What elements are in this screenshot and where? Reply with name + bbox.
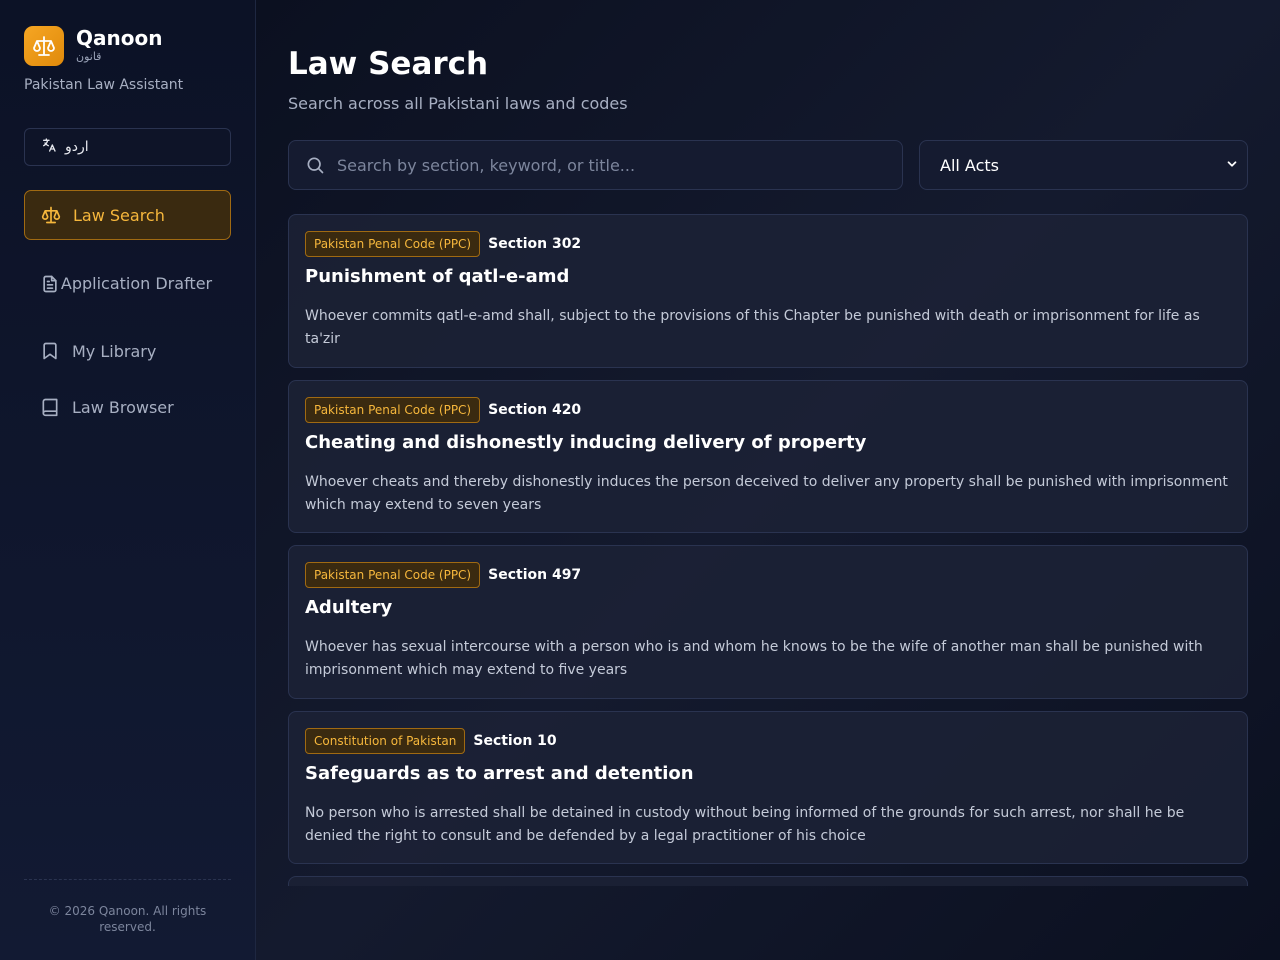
scales-logo-icon bbox=[24, 26, 64, 66]
language-toggle-button[interactable]: اردو bbox=[24, 128, 231, 166]
sidebar-divider bbox=[24, 879, 231, 880]
nav-item-application-drafter[interactable]: Application Drafter bbox=[24, 256, 231, 312]
brand-urdu-name: قانون bbox=[76, 50, 102, 63]
act-filter-selected: All Acts bbox=[940, 155, 999, 175]
book-icon bbox=[40, 397, 60, 417]
result-card[interactable]: Constitution of Pakistan Section 10 Safe… bbox=[288, 711, 1248, 864]
page-title: Law Search bbox=[288, 46, 489, 82]
result-title: Cheating and dishonestly inducing delive… bbox=[305, 432, 867, 453]
search-input[interactable] bbox=[337, 142, 902, 188]
section-number: Section 302 bbox=[488, 236, 582, 252]
result-title: Punishment of qatl-e-amd bbox=[305, 266, 570, 287]
result-description: Whoever has sexual intercourse with a pe… bbox=[305, 639, 1203, 678]
result-description: No person who is arrested shall be detai… bbox=[305, 805, 1185, 844]
search-icon bbox=[305, 155, 325, 175]
result-card[interactable]: Pakistan Penal Code (PPC) Section 420 Ch… bbox=[288, 380, 1248, 533]
result-description: Whoever commits qatl-e-amd shall, subjec… bbox=[305, 308, 1200, 347]
search-box bbox=[288, 140, 903, 190]
nav-item-my-library[interactable]: My Library bbox=[24, 328, 231, 374]
translate-icon bbox=[41, 137, 57, 157]
nav-item-label: Law Browser bbox=[72, 397, 174, 417]
result-description: Whoever cheats and thereby dishonestly i… bbox=[305, 474, 1228, 513]
document-icon bbox=[40, 274, 60, 294]
nav-item-law-browser[interactable]: Law Browser bbox=[24, 384, 231, 430]
nav-item-law-search[interactable]: Law Search bbox=[24, 190, 231, 240]
result-card[interactable]: Pakistan Penal Code (PPC) Section 497 Ad… bbox=[288, 545, 1248, 699]
section-number: Section 497 bbox=[488, 567, 582, 583]
sidebar: Qanoon قانون Pakistan Law Assistant اردو… bbox=[0, 0, 256, 960]
brand-tagline: Pakistan Law Assistant bbox=[24, 77, 184, 93]
scales-icon bbox=[41, 205, 61, 225]
result-title: Safeguards as to arrest and detention bbox=[305, 763, 694, 784]
result-card[interactable]: Pakistan Penal Code (PPC) Section 302 Pu… bbox=[288, 214, 1248, 368]
bookmark-icon bbox=[40, 341, 60, 361]
brand[interactable]: Qanoon قانون bbox=[24, 26, 162, 66]
act-filter-select[interactable]: All Acts bbox=[919, 140, 1248, 190]
section-number: Section 10 bbox=[473, 733, 557, 749]
nav-item-label: My Library bbox=[72, 341, 157, 361]
main-content: Law Search Search across all Pakistani l… bbox=[256, 0, 1280, 960]
result-title: Adultery bbox=[305, 597, 393, 618]
act-badge: Pakistan Penal Code (PPC) bbox=[305, 231, 481, 257]
nav-item-label: Application Drafter bbox=[60, 274, 213, 293]
act-badge: Pakistan Penal Code (PPC) bbox=[305, 397, 481, 423]
copyright-text: © 2026 Qanoon. All rights reserved. bbox=[48, 904, 207, 934]
nav-item-label: Law Search bbox=[73, 205, 165, 225]
chevron-down-icon bbox=[1225, 156, 1239, 175]
section-number: Section 420 bbox=[488, 402, 582, 418]
act-badge: Constitution of Pakistan bbox=[305, 728, 466, 754]
language-toggle-label: اردو bbox=[65, 139, 89, 155]
act-badge: Pakistan Penal Code (PPC) bbox=[305, 562, 481, 588]
brand-name: Qanoon bbox=[76, 26, 163, 50]
page-subtitle: Search across all Pakistani laws and cod… bbox=[288, 94, 628, 113]
result-card-partial[interactable] bbox=[288, 876, 1248, 886]
app-shell: Qanoon قانون Pakistan Law Assistant اردو… bbox=[0, 0, 1280, 960]
